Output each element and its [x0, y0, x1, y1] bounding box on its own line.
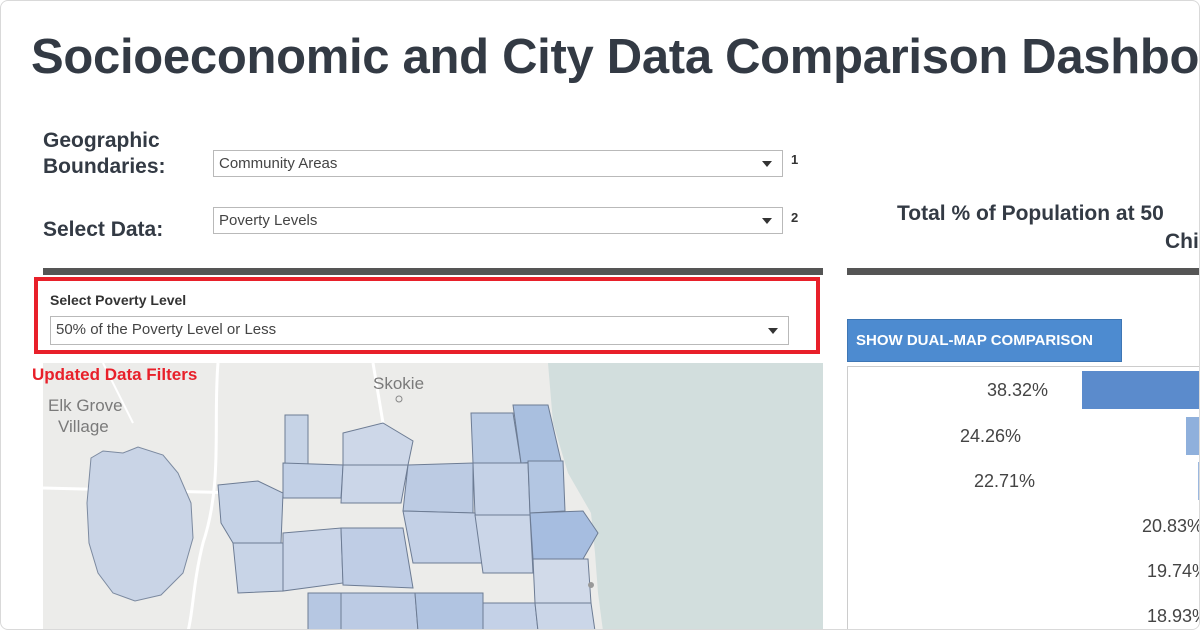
- bar-value-4: 20.83%: [1141, 516, 1200, 536]
- geo-boundary-value: Community Areas: [219, 155, 338, 172]
- community-areas-map[interactable]: Skokie Elk Grove Village: [43, 363, 823, 629]
- poverty-bar-list: 38.32% 24.26% 22.71% 20.83% 19.74% 18.93…: [847, 366, 1200, 629]
- geo-label-line2: Boundaries:: [43, 155, 166, 178]
- chevron-down-icon: [768, 328, 778, 334]
- step-number-1: 1: [791, 152, 799, 167]
- ohare-area: [86, 446, 194, 602]
- chart-title-line2: Chi: [1165, 230, 1199, 253]
- section-divider-right: [847, 268, 1199, 275]
- map-label-skokie: Skokie: [373, 374, 425, 393]
- section-divider-left: [43, 268, 823, 275]
- bar-value-5: 19.74%: [1146, 561, 1199, 581]
- poverty-level-label: Select Poverty Level: [50, 292, 187, 308]
- select-data-value: Poverty Levels: [219, 212, 318, 229]
- bar-value-3: 22.71%: [973, 471, 1035, 491]
- map-graphic: [43, 363, 823, 629]
- dashboard-frame: Socioeconomic and City Data Comparison D…: [0, 0, 1200, 630]
- page-title: Socioeconomic and City Data Comparison D…: [31, 30, 1200, 84]
- bar-1: [1082, 371, 1199, 409]
- chart-title-line1: Total % of Population at 50: [897, 202, 1164, 225]
- chevron-down-icon: [762, 218, 772, 224]
- chevron-down-icon: [762, 161, 772, 167]
- bar-value-2: 24.26%: [959, 426, 1021, 446]
- map-label-village: Village: [58, 417, 109, 436]
- bar-value-1: 38.32%: [986, 380, 1048, 400]
- step-number-2: 2: [791, 210, 799, 225]
- poverty-level-value: 50% of the Poverty Level or Less: [56, 321, 277, 338]
- map-label-elk-grove: Elk Grove: [48, 396, 123, 415]
- select-data-dropdown[interactable]: Poverty Levels: [213, 207, 783, 234]
- geo-label-line1: Geographic: [43, 129, 160, 152]
- dual-map-comparison-button[interactable]: SHOW DUAL-MAP COMPARISON: [847, 319, 1122, 362]
- poverty-level-select[interactable]: 50% of the Poverty Level or Less: [50, 316, 789, 345]
- bar-2: [1186, 417, 1199, 455]
- select-data-label: Select Data:: [43, 218, 164, 241]
- updated-filters-callout: Updated Data Filters: [32, 365, 198, 384]
- bar-value-6: 18.93%: [1146, 606, 1199, 626]
- geo-boundary-select[interactable]: Community Areas: [213, 150, 783, 177]
